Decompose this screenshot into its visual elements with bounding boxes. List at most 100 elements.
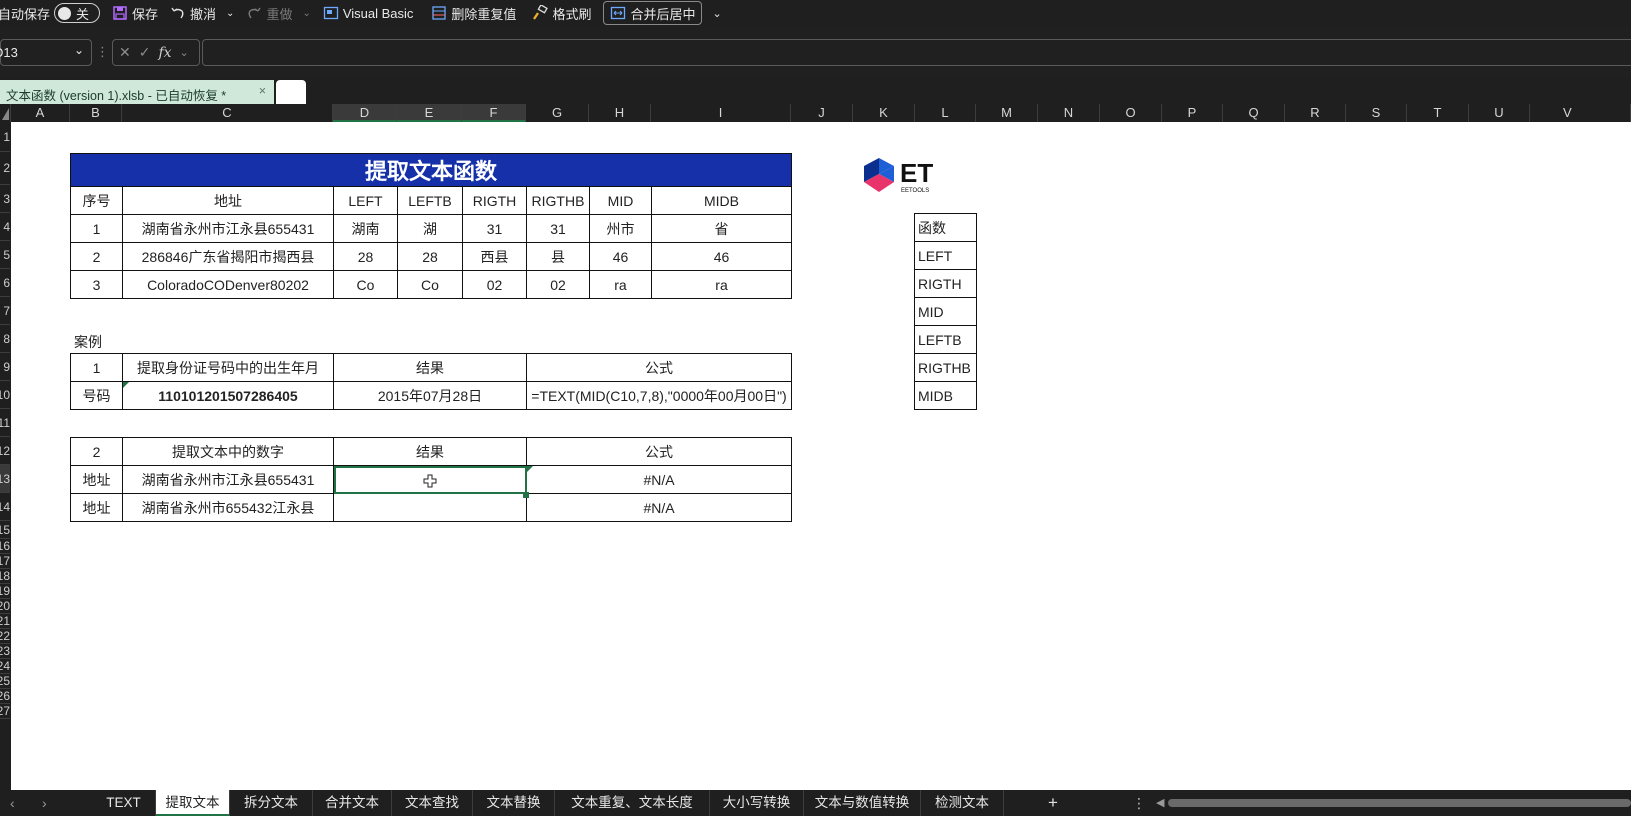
column-header-cell[interactable]: N xyxy=(1038,104,1100,122)
row-header-cell[interactable]: 19 xyxy=(0,584,10,599)
cell[interactable]: ra xyxy=(589,270,652,299)
cell[interactable]: 县 xyxy=(526,242,590,271)
cell[interactable]: 湖南 xyxy=(333,214,398,243)
header-cell[interactable]: 2 xyxy=(70,437,123,466)
column-header-cell[interactable]: C xyxy=(122,104,333,122)
cell[interactable]: 省 xyxy=(650,214,793,243)
header-cell[interactable]: RIGTH xyxy=(462,186,527,215)
merge-center-button[interactable]: 合并后居中 xyxy=(603,1,703,25)
chevron-left-icon[interactable]: ‹ xyxy=(10,790,15,816)
sheet-tab[interactable]: 文本查找 xyxy=(392,790,473,816)
column-header-cell[interactable]: E xyxy=(397,104,462,122)
column-header-cell[interactable]: J xyxy=(791,104,853,122)
cell[interactable]: 湖南省永州市江永县655431 xyxy=(122,465,334,494)
function-list-item[interactable]: RIGTHB xyxy=(914,353,977,382)
name-box[interactable]: D13 ⌄ xyxy=(0,39,92,66)
cell[interactable] xyxy=(333,493,527,522)
column-header-cell[interactable]: M xyxy=(976,104,1038,122)
cell[interactable]: 2 xyxy=(70,242,123,271)
column-header-cell[interactable]: P xyxy=(1162,104,1223,122)
row-header-cell[interactable]: 14 xyxy=(0,493,10,521)
sheet-tab-active[interactable]: 提取文本 xyxy=(156,790,230,816)
header-cell[interactable]: 提取身份证号码中的出生年月 xyxy=(122,353,334,382)
row-header-cell[interactable]: 11 xyxy=(0,409,10,437)
function-list-item[interactable]: MID xyxy=(914,297,977,326)
cell[interactable]: 02 xyxy=(526,270,590,299)
column-header-cell[interactable]: I xyxy=(651,104,791,122)
more-options-icon[interactable]: ⋮ xyxy=(96,44,109,60)
case-label[interactable]: 案例 xyxy=(74,332,102,352)
insert-function-button[interactable]: fx xyxy=(158,45,171,61)
chevron-down-icon[interactable]: ⌄ xyxy=(180,46,189,59)
sheet-tab[interactable]: 检测文本 xyxy=(921,790,1004,816)
column-header-cell[interactable]: S xyxy=(1346,104,1407,122)
header-cell[interactable]: 结果 xyxy=(333,353,527,382)
cell[interactable]: #N/A xyxy=(526,465,792,494)
formula-input[interactable] xyxy=(202,39,1631,66)
column-header-cell[interactable]: U xyxy=(1469,104,1530,122)
row-header-cell[interactable]: 22 xyxy=(0,629,10,644)
cell[interactable]: 31 xyxy=(526,214,590,243)
cell[interactable]: 州市 xyxy=(589,214,652,243)
header-cell[interactable]: RIGTHB xyxy=(526,186,590,215)
row-header-cell[interactable]: 26 xyxy=(0,689,10,704)
cell[interactable]: ColoradoCODenver80202 xyxy=(122,270,334,299)
row-header-cell[interactable]: 5 xyxy=(0,241,10,269)
column-header-cell[interactable]: F xyxy=(462,104,526,122)
sheet-tab[interactable]: 大小写转换 xyxy=(710,790,804,816)
id-number-cell[interactable]: 110101201507286405 xyxy=(122,381,334,410)
header-cell[interactable]: MID xyxy=(589,186,652,215)
more-options-icon[interactable]: ⋮ xyxy=(1132,790,1146,816)
table-title[interactable]: 提取文本函数 xyxy=(69,153,793,187)
cell[interactable]: Co xyxy=(333,270,398,299)
column-header-cell[interactable]: D xyxy=(333,104,397,122)
visual-basic-button[interactable]: Visual Basic xyxy=(317,0,420,26)
column-header-cell[interactable]: Q xyxy=(1223,104,1285,122)
chevron-down-icon[interactable]: ⌄ xyxy=(302,8,310,19)
remove-duplicates-button[interactable]: 删除重复值 xyxy=(425,0,522,26)
header-cell[interactable]: LEFT xyxy=(333,186,398,215)
row-header-cell[interactable]: 27 xyxy=(0,704,10,719)
cell[interactable]: ra xyxy=(650,270,793,299)
header-cell[interactable]: MIDB xyxy=(650,186,793,215)
cell[interactable]: 湖 xyxy=(397,214,463,243)
row-header-cell[interactable]: 7 xyxy=(0,297,10,325)
sheet-tab[interactable]: 文本与数值转换 xyxy=(804,790,921,816)
row-header-cell[interactable]: 10 xyxy=(0,381,10,409)
row-header-cell[interactable]: 23 xyxy=(0,644,10,659)
cell[interactable]: 湖南省永州市江永县655431 xyxy=(122,214,334,243)
close-icon[interactable]: × xyxy=(259,84,266,98)
row-header-cell[interactable]: 6 xyxy=(0,269,10,297)
autosave-toggle[interactable]: 关 xyxy=(54,3,101,23)
sheet-tab[interactable]: 合并文本 xyxy=(313,790,392,816)
row-header-cell[interactable]: 12 xyxy=(0,437,10,465)
row-header-cell[interactable]: 21 xyxy=(0,614,10,629)
row-header-cell[interactable]: 16 xyxy=(0,539,10,554)
function-list-header[interactable]: 函数 xyxy=(914,213,977,242)
column-header-cell[interactable]: T xyxy=(1407,104,1469,122)
row-header-cell[interactable]: 8 xyxy=(0,325,10,353)
column-header-cell[interactable]: K xyxy=(853,104,915,122)
header-cell[interactable]: 1 xyxy=(70,353,123,382)
function-list-item[interactable]: MIDB xyxy=(914,381,977,410)
header-cell[interactable]: 序号 xyxy=(70,186,123,215)
chevron-down-icon[interactable]: ⌄ xyxy=(74,43,84,57)
function-list-item[interactable]: RIGTH xyxy=(914,269,977,298)
row-header-cell[interactable]: 9 xyxy=(0,353,10,381)
cell[interactable]: 28 xyxy=(333,242,398,271)
column-header-cell[interactable]: V xyxy=(1530,104,1631,122)
customize-toolbar-button[interactable]: ⌄ xyxy=(706,0,727,26)
file-tab[interactable]: 文本函数 (version 1).xlsb - 已自动恢复 * × xyxy=(0,80,274,104)
cell[interactable]: 湖南省永州市655432江永县 xyxy=(122,493,334,522)
cell[interactable]: 1 xyxy=(70,214,123,243)
formula-cell[interactable]: =TEXT(MID(C10,7,8),"0000年00月00日") xyxy=(526,381,792,410)
cell[interactable]: 号码 xyxy=(70,381,123,410)
confirm-icon[interactable]: ✓ xyxy=(139,44,151,61)
cell[interactable]: Co xyxy=(397,270,463,299)
column-header-cell[interactable]: R xyxy=(1285,104,1346,122)
row-header-cell[interactable]: 4 xyxy=(0,213,10,241)
cell[interactable]: 286846广东省揭阳市揭西县 xyxy=(122,242,334,271)
row-header-cell[interactable]: 18 xyxy=(0,569,10,584)
cell[interactable]: 地址 xyxy=(70,465,123,494)
undo-button[interactable]: 撤消 ⌄ xyxy=(164,0,240,26)
